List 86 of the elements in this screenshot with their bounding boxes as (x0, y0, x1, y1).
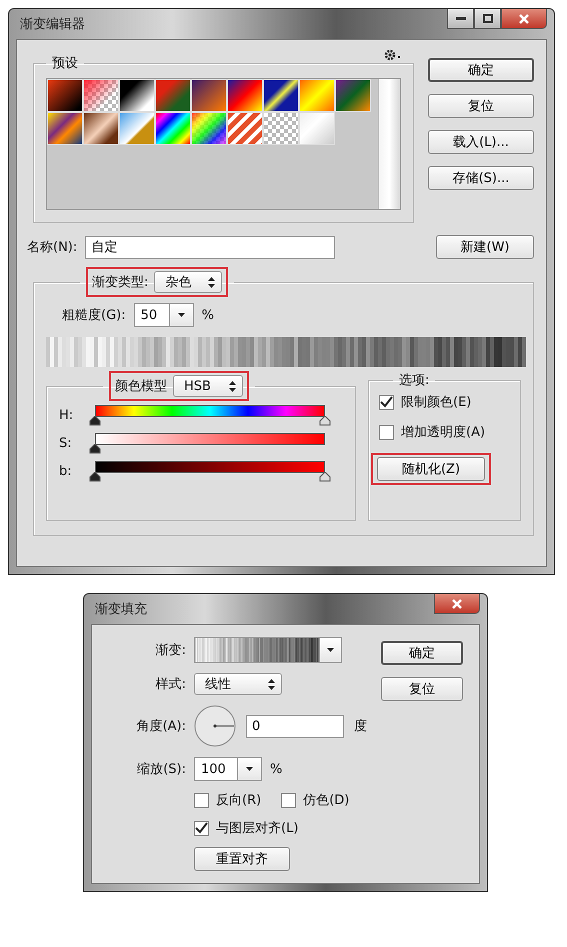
checkbox-label: 限制颜色(E) (401, 394, 472, 411)
color-stop-handle[interactable] (89, 472, 101, 482)
checkbox-label: 反向(R) (216, 792, 262, 809)
channel-label: S: (59, 436, 73, 450)
check-icon (195, 822, 208, 834)
checkbox[interactable] (379, 424, 394, 440)
dialog-button[interactable]: 确定 (381, 641, 463, 665)
percent-label: % (270, 762, 282, 776)
gradient-swatch[interactable] (119, 112, 155, 145)
checkbox[interactable] (281, 792, 296, 808)
roughness-combo[interactable]: 50 (134, 303, 194, 327)
color-model-select[interactable]: HSB (173, 375, 243, 397)
gradient-swatch[interactable] (191, 112, 227, 145)
gradient-label: 渐变: (154, 642, 186, 659)
name-field[interactable]: 自定 (85, 236, 336, 258)
randomize-button[interactable]: 随机化(Z) (377, 457, 485, 481)
angle-dial[interactable] (194, 705, 236, 747)
gradient-swatch[interactable] (227, 79, 263, 112)
channel-label: H: (59, 408, 74, 422)
scale-label: 缩放(S): (136, 761, 186, 778)
window-title: 渐变填充 (94, 601, 147, 618)
new-button[interactable]: 新建(W) (436, 235, 534, 259)
scale-combo[interactable]: 100 (194, 757, 262, 781)
scrollbar[interactable] (378, 79, 400, 209)
gradient-swatch[interactable] (299, 112, 335, 145)
style-label: 样式: (154, 676, 186, 693)
name-label: 名称(N): (27, 239, 78, 256)
style-select[interactable]: 线性 (194, 673, 282, 695)
angle-field[interactable]: 0 (246, 714, 344, 738)
gradient-swatch[interactable] (119, 79, 155, 112)
gradient-swatch[interactable] (191, 79, 227, 112)
roughness-label: 粗糙度(G): (62, 307, 126, 324)
up-down-icon (229, 380, 236, 392)
options-label: 选项: (399, 373, 430, 388)
checkbox[interactable] (194, 792, 209, 808)
gradient-swatch[interactable] (155, 112, 191, 145)
dialog-button[interactable]: 存储(S)... (428, 166, 534, 190)
close-button[interactable] (434, 594, 480, 614)
dialog-button[interactable]: 复位 (381, 677, 463, 701)
window-title: 渐变编辑器 (19, 16, 85, 33)
gear-icon[interactable] (384, 49, 402, 61)
check-icon (380, 396, 393, 408)
dialog-button[interactable]: 确定 (428, 58, 534, 82)
close-icon (519, 14, 529, 24)
checkbox-label: 与图层对齐(L) (216, 820, 298, 837)
angle-label: 角度(A): (136, 718, 186, 735)
gradient-swatch[interactable] (47, 79, 83, 112)
degree-label: 度 (354, 718, 367, 735)
dialog-button[interactable]: 载入(L)... (428, 130, 534, 154)
gradient-swatch[interactable] (263, 112, 299, 145)
maximize-button[interactable] (474, 9, 501, 29)
up-down-icon (268, 678, 275, 690)
up-down-icon (208, 276, 216, 288)
caret-icon (246, 767, 253, 771)
checkbox[interactable] (194, 820, 209, 836)
minimize-icon (456, 17, 466, 20)
checkbox-label: 仿色(D) (303, 792, 350, 809)
maximize-icon (482, 14, 492, 23)
caret-icon (178, 313, 185, 317)
gradient-swatch[interactable] (155, 79, 191, 112)
caret-icon (327, 648, 334, 652)
checkbox-label: 增加透明度(A) (401, 424, 486, 441)
close-icon (452, 598, 462, 608)
minimize-button[interactable] (447, 9, 474, 29)
gradient-picker[interactable] (194, 637, 342, 663)
color-stop-handle[interactable] (89, 444, 101, 454)
close-button[interactable] (501, 9, 547, 29)
color-model-label: 颜色模型 (115, 378, 167, 395)
channel-label: b: (59, 464, 73, 478)
color-stop-handle[interactable] (89, 416, 101, 426)
gradient-swatch[interactable] (227, 112, 263, 145)
reset-alignment-button[interactable]: 重置对齐 (194, 847, 290, 871)
gradient-swatch[interactable] (263, 79, 299, 112)
gradient-swatch[interactable] (335, 79, 371, 112)
dialog-button[interactable]: 复位 (428, 94, 534, 118)
percent-label: % (202, 308, 214, 322)
gradient-type-label: 渐变类型: (92, 274, 148, 291)
gradient-swatch[interactable] (47, 112, 83, 145)
gradient-swatch[interactable] (83, 79, 119, 112)
gradient-swatch[interactable] (83, 112, 119, 145)
presets-label: 预设 (52, 56, 78, 71)
checkbox[interactable] (379, 394, 394, 410)
color-stop-handle[interactable] (319, 416, 331, 426)
gradient-type-select[interactable]: 杂色 (154, 271, 222, 293)
color-stop-handle[interactable] (319, 472, 331, 482)
gradient-swatch[interactable] (299, 79, 335, 112)
